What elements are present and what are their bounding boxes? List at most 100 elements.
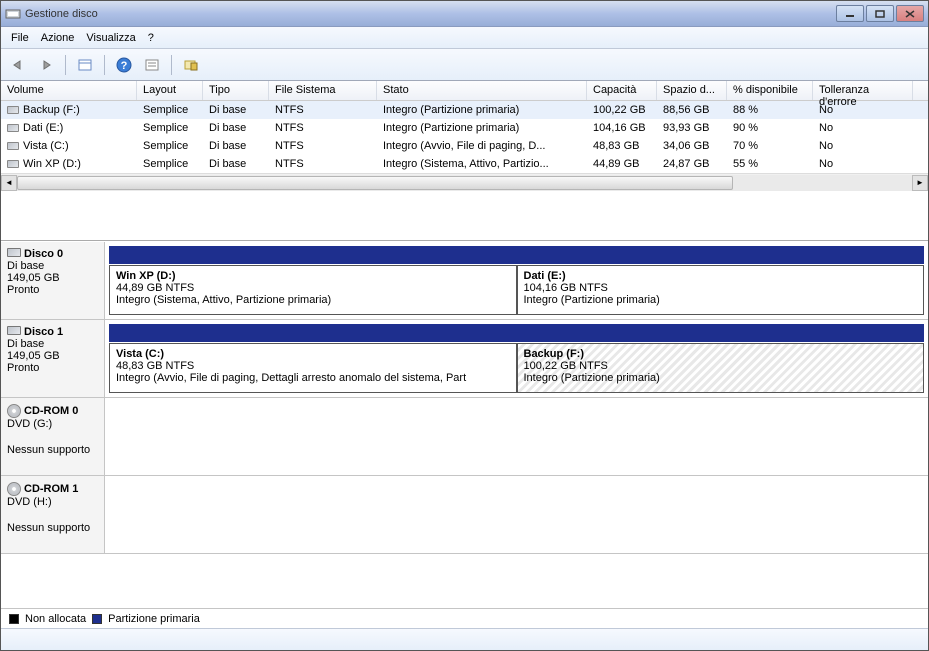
partition-size: 104,16 GB NTFS [524,282,918,294]
volume-icon [7,124,19,132]
menu-azione[interactable]: Azione [41,32,75,44]
window-title: Gestione disco [25,8,836,20]
view-button[interactable] [74,54,96,76]
menu-visualizza[interactable]: Visualizza [86,32,135,44]
partition-status: Integro (Avvio, File di paging, Dettagli… [116,372,510,384]
disk-info[interactable]: CD-ROM 0DVD (G:)Nessun supporto [1,398,105,475]
disk-info[interactable]: CD-ROM 1DVD (H:)Nessun supporto [1,476,105,553]
scroll-thumb[interactable] [17,176,733,190]
cell: No [813,157,913,171]
forward-button[interactable] [35,54,57,76]
titlebar: Gestione disco [1,1,928,27]
disk-status: Pronto [7,284,98,296]
refresh-button[interactable] [180,54,202,76]
app-icon [5,6,21,22]
legend-swatch-unallocated [9,614,19,624]
cell: 34,06 GB [657,139,727,153]
volume-icon [7,106,19,114]
cell: 44,89 GB [587,157,657,171]
volume-row[interactable]: Vista (C:)SempliceDi baseNTFSIntegro (Av… [1,137,928,155]
disk-row: CD-ROM 1DVD (H:)Nessun supporto [1,476,928,554]
cell: Di base [203,139,269,153]
disk-status: Pronto [7,362,98,374]
col-tipo[interactable]: Tipo [203,81,269,100]
menu-file[interactable]: File [11,32,29,44]
horizontal-scrollbar[interactable]: ◄ ► [1,173,928,191]
col-percent[interactable]: % disponibile [727,81,813,100]
partition-size: 100,22 GB NTFS [524,360,918,372]
disk-info[interactable]: Disco 1Di base149,05 GBPronto [1,320,105,397]
cell: Win XP (D:) [1,157,137,171]
cell: 104,16 GB [587,121,657,135]
partition-row: Vista (C:)48,83 GB NTFSIntegro (Avvio, F… [109,343,924,393]
cell: No [813,103,913,117]
maximize-button[interactable] [866,5,894,22]
partition[interactable]: Vista (C:)48,83 GB NTFSIntegro (Avvio, F… [109,343,517,393]
cell: Semplice [137,103,203,117]
disk-icon [7,326,21,335]
disk-partitions [105,398,928,475]
scroll-right-icon[interactable]: ► [912,175,928,191]
properties-button[interactable] [141,54,163,76]
cdrom-icon [7,404,21,418]
help-button[interactable]: ? [113,54,135,76]
disk-size: 149,05 GB [7,350,98,362]
partition-name: Win XP (D:) [116,270,510,282]
cell: NTFS [269,157,377,171]
cell: Semplice [137,139,203,153]
toolbar: ? [1,49,928,81]
disk-info[interactable]: Disco 0Di base149,05 GBPronto [1,242,105,319]
col-layout[interactable]: Layout [137,81,203,100]
partition[interactable]: Backup (F:)100,22 GB NTFSIntegro (Partiz… [517,343,925,393]
volume-row[interactable]: Dati (E:)SempliceDi baseNTFSIntegro (Par… [1,119,928,137]
cell: 70 % [727,139,813,153]
cell: Semplice [137,157,203,171]
legend: Non allocata Partizione primaria [1,608,928,628]
cell: Vista (C:) [1,139,137,153]
col-tolleranza[interactable]: Tolleranza d'errore [813,81,913,100]
partition-status: Integro (Sistema, Attivo, Partizione pri… [116,294,510,306]
col-volume[interactable]: Volume [1,81,137,100]
volume-row[interactable]: Win XP (D:)SempliceDi baseNTFSIntegro (S… [1,155,928,173]
cell: 90 % [727,121,813,135]
col-stato[interactable]: Stato [377,81,587,100]
scroll-left-icon[interactable]: ◄ [1,175,17,191]
disk-partitions [105,476,928,553]
volume-icon [7,142,19,150]
cell: 48,83 GB [587,139,657,153]
disk-row: CD-ROM 0DVD (G:)Nessun supporto [1,398,928,476]
back-button[interactable] [7,54,29,76]
cell: NTFS [269,139,377,153]
partition-header-bar [109,246,924,264]
partition[interactable]: Dati (E:)104,16 GB NTFSIntegro (Partizio… [517,265,925,315]
scroll-track[interactable] [17,175,912,191]
menubar: File Azione Visualizza ? [1,27,928,49]
disk-name: Disco 1 [24,326,63,338]
disk-name: CD-ROM 1 [24,483,78,495]
volume-row[interactable]: Backup (F:)SempliceDi baseNTFSIntegro (P… [1,101,928,119]
disk-icon [7,248,21,257]
disk-type: DVD (G:) [7,418,98,430]
partition[interactable]: Win XP (D:)44,89 GB NTFSIntegro (Sistema… [109,265,517,315]
close-button[interactable] [896,5,924,22]
svg-text:?: ? [121,60,128,72]
disk-size: 149,05 GB [7,272,98,284]
cell: No [813,121,913,135]
partition-name: Dati (E:) [524,270,918,282]
legend-swatch-primary [92,614,102,624]
menu-help[interactable]: ? [148,32,154,44]
minimize-button[interactable] [836,5,864,22]
col-capacita[interactable]: Capacità [587,81,657,100]
partition-status: Integro (Partizione primaria) [524,372,918,384]
col-spazio[interactable]: Spazio d... [657,81,727,100]
col-filesystem[interactable]: File Sistema [269,81,377,100]
partition-name: Backup (F:) [524,348,918,360]
toolbar-divider [171,55,172,75]
cell: Integro (Sistema, Attivo, Partizio... [377,157,587,171]
status-bar [1,628,928,650]
toolbar-divider [104,55,105,75]
partition-size: 44,89 GB NTFS [116,282,510,294]
cell: Semplice [137,121,203,135]
cell: NTFS [269,121,377,135]
disk-type: Di base [7,260,98,272]
